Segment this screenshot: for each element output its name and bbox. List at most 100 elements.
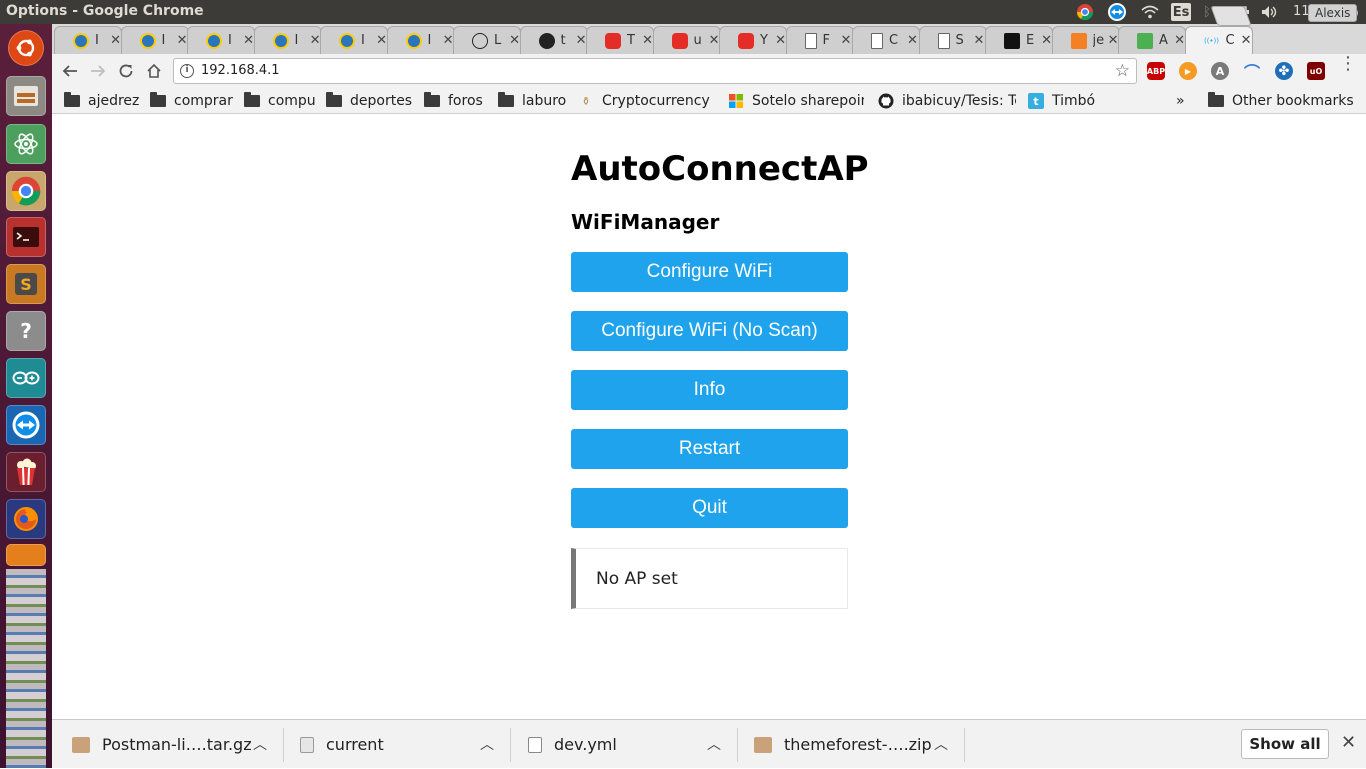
- browser-tab[interactable]: I ✕: [253, 26, 322, 54]
- home-button[interactable]: [142, 60, 166, 82]
- play-extension-icon[interactable]: ▶: [1179, 62, 1197, 80]
- help-icon[interactable]: ?: [6, 311, 46, 351]
- browser-tab[interactable]: u ✕: [652, 26, 721, 54]
- chevron-up-icon[interactable]: ︿: [480, 734, 494, 754]
- chrome-icon[interactable]: [1074, 2, 1096, 22]
- bookmarks-overflow-button[interactable]: »: [1176, 92, 1185, 110]
- sublime-icon[interactable]: S: [6, 264, 46, 304]
- bookmark-folder-deportes[interactable]: deportes: [326, 92, 412, 110]
- teamviewer-icon[interactable]: [6, 405, 46, 445]
- browser-tab[interactable]: t ✕: [519, 26, 588, 54]
- quit-button[interactable]: Quit: [571, 488, 848, 528]
- site-info-icon[interactable]: i: [180, 64, 194, 78]
- browser-tab[interactable]: I ✕: [54, 26, 122, 54]
- browser-tab[interactable]: T ✕: [586, 26, 654, 54]
- tab-close-icon[interactable]: ✕: [907, 33, 918, 48]
- tab-close-icon[interactable]: ✕: [110, 33, 121, 48]
- folder-icon: [150, 92, 166, 107]
- bookmark-sotelo-sharepoint[interactable]: Sotelo sharepoin: [728, 92, 864, 110]
- svg-text:S: S: [20, 275, 32, 294]
- rainbow-extension-icon[interactable]: ⌒: [1243, 62, 1261, 82]
- browser-tab[interactable]: I ✕: [386, 26, 455, 54]
- tab-close-icon[interactable]: ✕: [709, 33, 720, 48]
- bookmark-folder-ajedrez[interactable]: ajedrez: [64, 92, 139, 110]
- profile-button[interactable]: Alexis: [1308, 4, 1358, 22]
- tab-close-icon[interactable]: ✕: [243, 33, 254, 48]
- browser-tab[interactable]: je ✕: [1051, 26, 1120, 54]
- bookmark-ibabicuy-tesis[interactable]: ibabicuy/Tesis: Te: [878, 92, 1016, 110]
- bookmark-folder-laburo[interactable]: laburo: [498, 92, 566, 110]
- download-item[interactable]: Postman-li….tar.gz: [72, 720, 252, 769]
- bookmark-folder-foros[interactable]: foros: [424, 92, 483, 110]
- browser-tab[interactable]: F ✕: [785, 26, 854, 54]
- other-bookmarks[interactable]: Other bookmarks: [1208, 92, 1354, 110]
- tab-close-icon[interactable]: ✕: [443, 33, 454, 48]
- terminal-icon[interactable]: [6, 217, 46, 257]
- tab-close-icon[interactable]: ✕: [775, 33, 786, 48]
- tab-close-icon[interactable]: ✕: [376, 33, 387, 48]
- tab-close-icon[interactable]: ✕: [177, 33, 188, 48]
- download-item[interactable]: current: [300, 720, 384, 769]
- tab-close-icon[interactable]: ✕: [576, 33, 587, 48]
- firefox-icon[interactable]: [6, 499, 46, 539]
- tab-close-icon[interactable]: ✕: [974, 33, 985, 48]
- close-icon[interactable]: ✕: [1341, 732, 1356, 753]
- browser-tab[interactable]: L ✕: [453, 26, 521, 54]
- tab-close-icon[interactable]: ✕: [1108, 33, 1119, 48]
- launcher-stacked-icons[interactable]: [6, 569, 46, 768]
- browser-tab[interactable]: I ✕: [120, 26, 189, 54]
- volume-icon[interactable]: [1259, 2, 1281, 22]
- browser-tab[interactable]: A ✕: [1118, 26, 1186, 54]
- restart-button[interactable]: Restart: [571, 429, 848, 469]
- browser-tab[interactable]: Y ✕: [719, 26, 787, 54]
- bookmark-star-icon[interactable]: ☆: [1115, 61, 1130, 81]
- keyboard-layout-indicator[interactable]: Es: [1171, 3, 1191, 21]
- popcorn-icon[interactable]: [6, 452, 46, 492]
- files-icon[interactable]: [6, 76, 46, 116]
- network-extension-icon[interactable]: ✤: [1275, 62, 1293, 80]
- configure-wifi-no-scan-button[interactable]: Configure WiFi (No Scan): [571, 311, 848, 351]
- show-all-button[interactable]: Show all: [1241, 729, 1329, 759]
- ubuntu-dash-icon[interactable]: [8, 30, 44, 66]
- tab-close-icon[interactable]: ✕: [1241, 33, 1252, 48]
- bookmark-timbo[interactable]: t Timbó: [1028, 92, 1095, 110]
- back-button[interactable]: [58, 60, 82, 82]
- chevron-up-icon[interactable]: ︿: [253, 734, 267, 754]
- tab-close-icon[interactable]: ✕: [509, 33, 520, 48]
- tab-close-icon[interactable]: ✕: [1174, 33, 1185, 48]
- adblock-plus-icon[interactable]: ABP: [1147, 62, 1165, 80]
- bookmark-cryptocurrency[interactable]: ⚱ Cryptocurrency M: [578, 92, 714, 110]
- bookmark-folder-compu[interactable]: compu: [244, 92, 316, 110]
- wifi-icon[interactable]: [1139, 2, 1161, 22]
- download-item[interactable]: dev.yml: [528, 720, 617, 769]
- teamviewer-icon[interactable]: [1106, 2, 1128, 22]
- browser-tab[interactable]: I ✕: [320, 26, 388, 54]
- chevron-up-icon[interactable]: ︿: [707, 734, 721, 754]
- forward-button[interactable]: [86, 60, 110, 82]
- tab-close-icon[interactable]: ✕: [841, 33, 852, 48]
- url-text[interactable]: 192.168.4.1: [201, 63, 280, 78]
- address-bar[interactable]: i 192.168.4.1 ☆: [173, 58, 1137, 84]
- browser-tab[interactable]: S ✕: [918, 26, 987, 54]
- angular-icon[interactable]: A: [1211, 62, 1229, 80]
- ublock-icon[interactable]: uO: [1307, 62, 1325, 80]
- configure-wifi-button[interactable]: Configure WiFi: [571, 252, 848, 292]
- info-button[interactable]: Info: [571, 370, 848, 410]
- download-item[interactable]: themeforest-….zip: [754, 720, 932, 769]
- browser-tab[interactable]: C ✕: [852, 26, 920, 54]
- chrome-icon[interactable]: [6, 171, 46, 211]
- arduino-icon[interactable]: [6, 358, 46, 398]
- reload-button[interactable]: [114, 60, 138, 82]
- tab-close-icon[interactable]: ✕: [310, 33, 321, 48]
- chevron-up-icon[interactable]: ︿: [934, 734, 948, 754]
- atom-icon[interactable]: [6, 124, 46, 164]
- bookmark-folder-comprar[interactable]: comprar: [150, 92, 233, 110]
- vlc-icon[interactable]: [6, 544, 46, 566]
- chrome-menu-icon[interactable]: ⋮: [1339, 55, 1357, 73]
- browser-tab[interactable]: I ✕: [187, 26, 255, 54]
- new-tab-button[interactable]: [1210, 6, 1252, 26]
- tab-close-icon[interactable]: ✕: [1041, 33, 1052, 48]
- browser-tab[interactable]: ((•)) C ✕: [1184, 26, 1253, 54]
- browser-tab[interactable]: E ✕: [985, 26, 1053, 54]
- tab-close-icon[interactable]: ✕: [642, 33, 653, 48]
